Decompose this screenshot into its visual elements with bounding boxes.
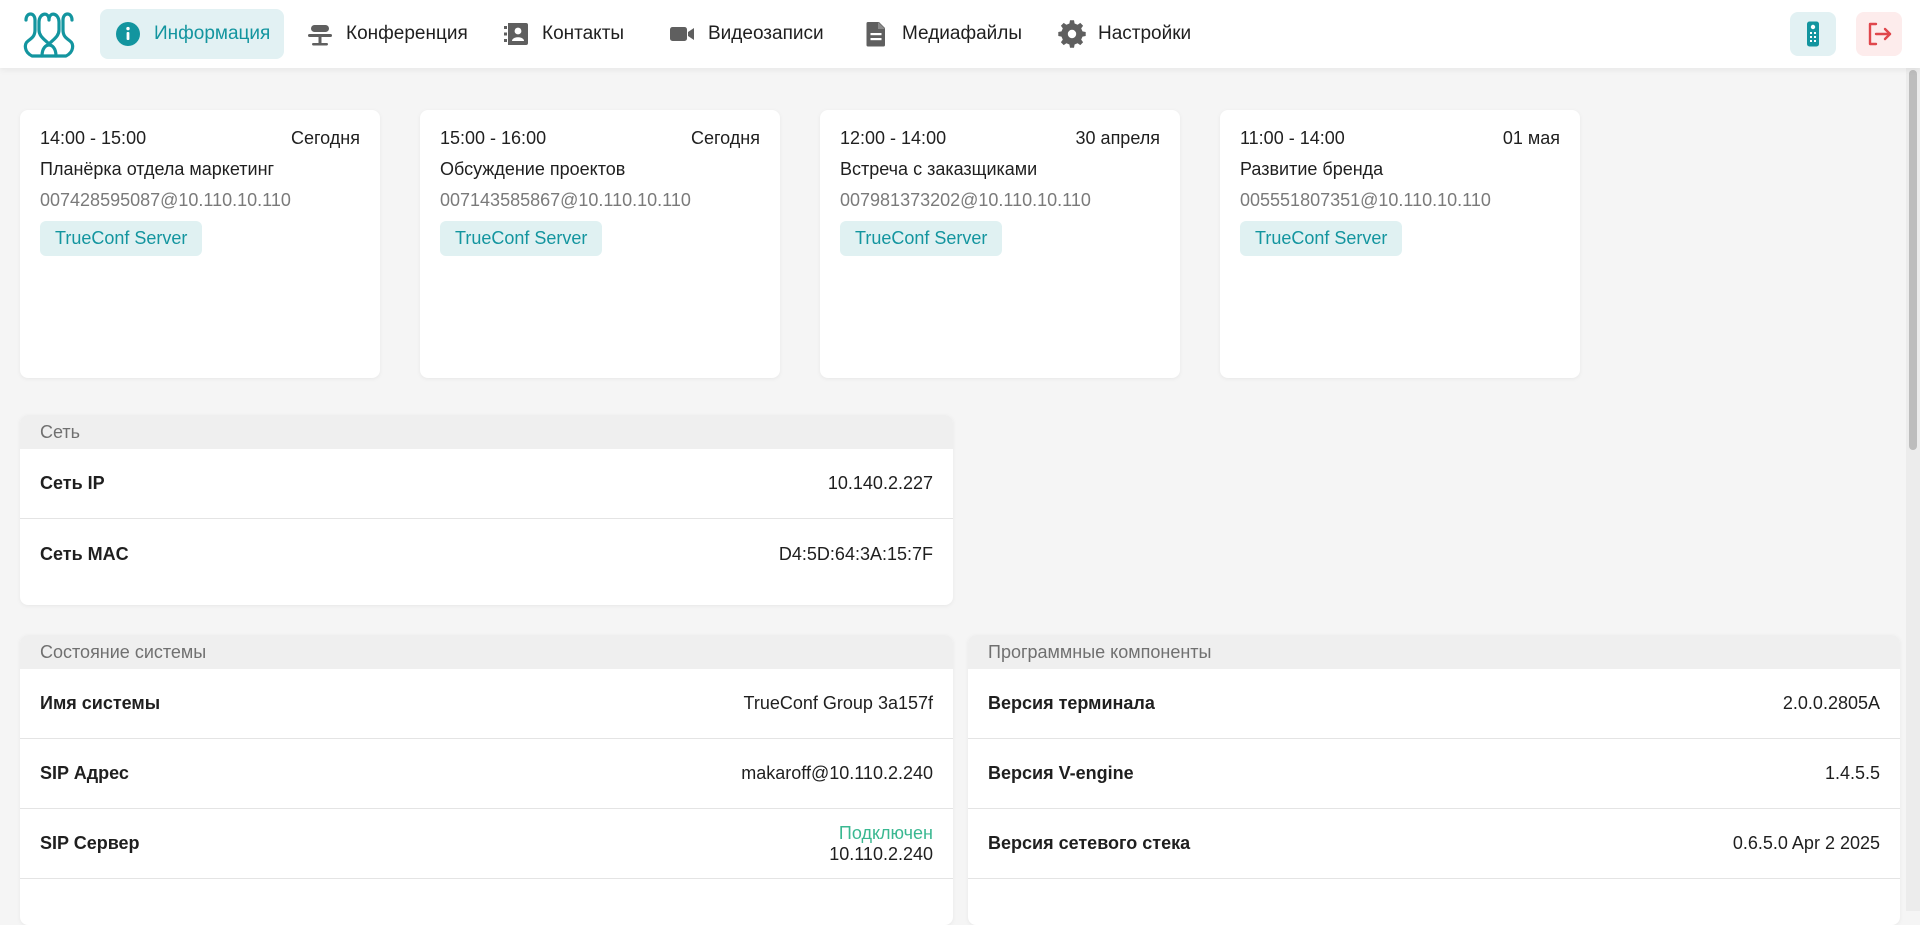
nav-tab-label: Информация	[154, 23, 271, 44]
conference-address: 007143585867@10.110.10.110	[440, 190, 691, 210]
conference-card[interactable]: 14:00 - 15:00 Сегодня Планёрка отдела мар…	[20, 110, 380, 378]
contacts-icon	[504, 23, 528, 45]
row-value: D4:5D:64:3A:15:7F	[778, 543, 933, 564]
trueconf-logo-icon[interactable]	[18, 8, 80, 60]
row-label: Имя системы	[40, 693, 161, 713]
conference-date: 01 мая	[1502, 128, 1560, 148]
row-label: SIP Сервер	[40, 833, 140, 853]
nav-tab-label: Конференция	[346, 23, 468, 44]
row-label: Версия V-engine	[988, 763, 1134, 783]
info-icon	[116, 22, 140, 46]
logout-button[interactable]	[1856, 12, 1902, 56]
info-row: Сеть IP 10.140.2.227	[20, 449, 953, 519]
info-row: SIP Адрес makaroff@10.110.2.240	[20, 739, 953, 809]
system-status-panel: Состояние системы Имя системы TrueConf G…	[20, 635, 953, 925]
nav-tab-recordings[interactable]: Видеозаписи	[654, 9, 838, 59]
nav-tab-label: Контакты	[542, 23, 625, 44]
software-components-panel: Программные компоненты Версия терминала …	[968, 635, 1900, 925]
conference-card[interactable]: 11:00 - 14:00 01 мая Развитие бренда 0055…	[1220, 110, 1580, 378]
conference-address: 007981373202@10.110.10.110	[840, 190, 1091, 210]
conference-time: 12:00 - 14:00	[840, 128, 947, 148]
info-row: Имя системы TrueConf Group 3a157f	[20, 669, 953, 739]
conference-time: 14:00 - 15:00	[40, 128, 147, 148]
conference-title: Встреча с заказщиками	[840, 159, 1038, 179]
connection-status: Подключен	[838, 822, 933, 843]
conference-date: Сегодня	[691, 128, 760, 148]
conference-title: Планёрка отдела маркетинг	[40, 159, 275, 179]
nav-tab-label: Настройки	[1098, 23, 1192, 44]
server-badge: TrueConf Server	[40, 221, 203, 256]
row-value: 0.6.5.0 Apr 2 2025	[1732, 833, 1880, 853]
conference-date: Сегодня	[291, 128, 360, 148]
scrollbar-thumb[interactable]	[1909, 70, 1917, 450]
info-row: Сеть MAC D4:5D:64:3A:15:7F	[20, 519, 953, 589]
info-row: Версия сетевого стека 0.6.5.0 Apr 2 2025	[968, 809, 1900, 879]
conference-card[interactable]: 12:00 - 14:00 30 апреля Встреча с заказщи…	[820, 110, 1180, 378]
info-row: Версия V-engine 1.4.5.5	[968, 739, 1900, 809]
top-navigation-bar: Информация Конференция Контакты Видеозап…	[0, 0, 1920, 68]
row-value: 2.0.0.2805A	[1782, 693, 1880, 713]
row-value: makaroff@10.110.2.240	[741, 763, 933, 783]
network-panel: Сеть Сеть IP 10.140.2.227 Сеть MAC D4:5D…	[20, 415, 953, 605]
nav-tab-label: Медиафайлы	[902, 23, 1023, 44]
conference-icon	[308, 25, 332, 46]
info-row: Версия терминала 2.0.0.2805A	[968, 669, 1900, 739]
document-icon	[866, 22, 885, 47]
panel-header: Состояние системы	[20, 635, 953, 669]
conference-address: 005551807351@10.110.10.110	[1240, 190, 1491, 210]
nav-tab-media[interactable]: Медиафайлы	[848, 9, 1036, 59]
row-label: Версия терминала	[988, 693, 1155, 713]
row-value: Подключен 10.110.2.240	[829, 823, 933, 865]
remote-control-icon	[1807, 21, 1819, 47]
conference-date: 30 апреля	[1075, 128, 1160, 148]
nav-tab-settings[interactable]: Настройки	[1044, 9, 1205, 59]
video-camera-icon	[670, 27, 694, 41]
nav-tab-label: Видеозаписи	[708, 23, 824, 44]
vertical-scrollbar[interactable]	[1906, 68, 1920, 911]
server-badge: TrueConf Server	[440, 221, 603, 256]
row-label: SIP Адрес	[40, 763, 129, 783]
row-label: Сеть IP	[40, 473, 105, 493]
server-badge: TrueConf Server	[1240, 221, 1403, 256]
row-label: Версия сетевого стека	[988, 833, 1191, 853]
conference-time: 11:00 - 14:00	[1240, 128, 1345, 148]
main-content: 14:00 - 15:00 Сегодня Планёрка отдела мар…	[0, 68, 1906, 925]
row-value: TrueConf Group 3a157f	[743, 693, 933, 713]
row-label: Сеть MAC	[40, 543, 129, 564]
panel-header: Программные компоненты	[968, 635, 1900, 669]
sip-server-address: 10.110.2.240	[829, 843, 933, 864]
conference-address: 007428595087@10.110.10.110	[40, 190, 291, 210]
logout-icon	[1868, 22, 1892, 46]
remote-control-button[interactable]	[1790, 12, 1836, 56]
conference-card[interactable]: 15:00 - 16:00 Сегодня Обсуждение проектов…	[420, 110, 780, 378]
panel-header: Сеть	[20, 415, 953, 449]
row-value: 1.4.5.5	[1824, 763, 1880, 783]
conference-title: Обсуждение проектов	[440, 159, 626, 179]
nav-tab-info[interactable]: Информация	[100, 9, 285, 59]
nav-tab-contacts[interactable]: Контакты	[488, 9, 638, 59]
gear-icon	[1058, 20, 1086, 48]
row-value: 10.140.2.227	[827, 473, 933, 493]
info-row: SIP Сервер Подключен 10.110.2.240	[20, 809, 953, 879]
conference-time: 15:00 - 16:00	[440, 128, 547, 148]
server-badge: TrueConf Server	[840, 221, 1003, 256]
nav-tab-conference[interactable]: Конференция	[292, 9, 482, 59]
conference-title: Развитие бренда	[1240, 159, 1384, 179]
